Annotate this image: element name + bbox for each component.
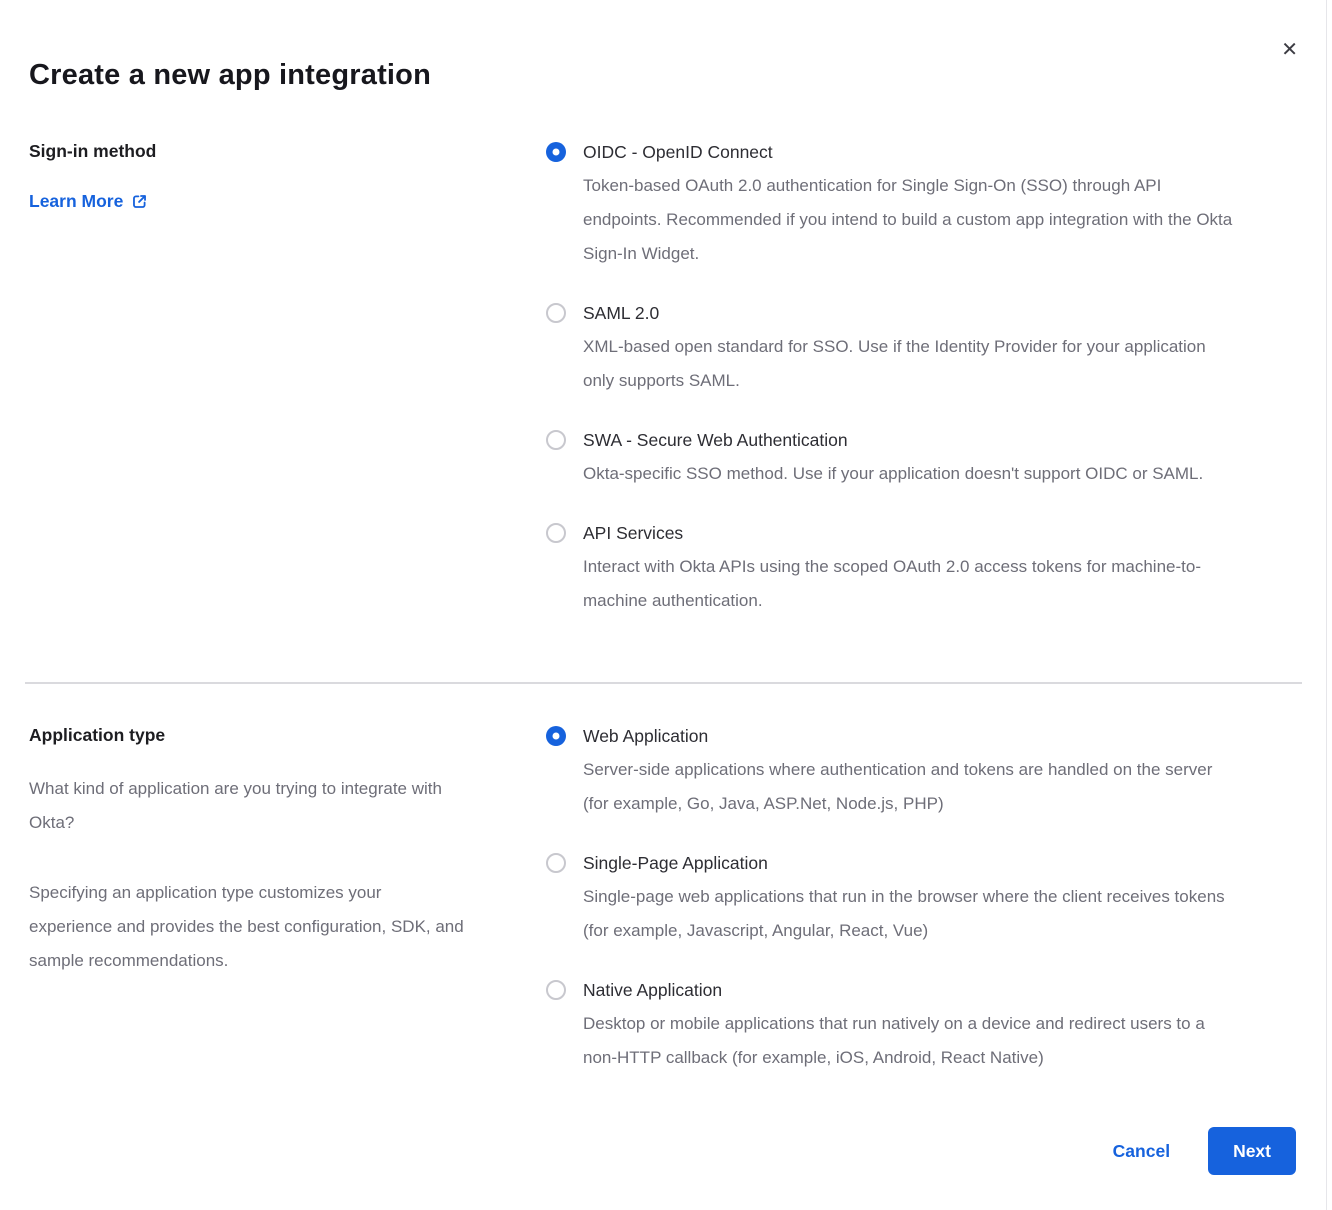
apptype-option-spa[interactable]: Single-Page Application Single-page web … [546,851,1296,948]
option-description-single-page-application: Single-page web applications that run in… [583,880,1233,948]
close-icon[interactable]: ✕ [1277,36,1302,64]
learn-more-link[interactable]: Learn More [29,190,148,212]
signin-option-api-services[interactable]: API Services Interact with Okta APIs usi… [546,521,1296,618]
radio-button-saml[interactable] [546,303,566,323]
application-type-label: Application type [29,724,546,746]
option-description-oidc: Token-based OAuth 2.0 authentication for… [583,169,1233,271]
learn-more-label: Learn More [29,190,123,212]
section-divider [25,682,1302,684]
application-type-explainer: Specifying an application type customize… [29,876,469,978]
option-description-api-services: Interact with Okta APIs using the scoped… [583,550,1233,618]
option-label-oidc: OIDC - OpenID Connect [583,140,1233,164]
option-description-saml: XML-based open standard for SSO. Use if … [583,330,1233,398]
signin-option-saml[interactable]: SAML 2.0 XML-based open standard for SSO… [546,301,1296,398]
application-type-question: What kind of application are you trying … [29,772,469,840]
signin-option-swa[interactable]: SWA - Secure Web Authentication Okta-spe… [546,428,1296,491]
external-link-icon [131,193,148,210]
signin-method-section: Sign-in method Learn More OIDC - OpenID … [0,140,1332,618]
option-label-saml: SAML 2.0 [583,301,1233,325]
radio-button-web-application[interactable] [546,726,566,746]
option-description-swa: Okta-specific SSO method. Use if your ap… [583,457,1203,491]
radio-button-oidc[interactable] [546,142,566,162]
option-description-native-application: Desktop or mobile applications that run … [583,1007,1233,1075]
option-description-web-application: Server-side applications where authentic… [583,753,1233,821]
apptype-option-native[interactable]: Native Application Desktop or mobile app… [546,978,1296,1075]
option-label-api-services: API Services [583,521,1233,545]
option-label-native-application: Native Application [583,978,1233,1002]
radio-button-api-services[interactable] [546,523,566,543]
radio-button-single-page-application[interactable] [546,853,566,873]
apptype-option-web[interactable]: Web Application Server-side applications… [546,724,1296,821]
dialog-footer: Cancel Next [0,1127,1332,1175]
next-button[interactable]: Next [1208,1127,1296,1175]
create-app-integration-dialog: ✕ Create a new app integration Sign-in m… [0,0,1332,1210]
signin-option-oidc[interactable]: OIDC - OpenID Connect Token-based OAuth … [546,140,1296,271]
option-label-web-application: Web Application [583,724,1233,748]
option-label-single-page-application: Single-Page Application [583,851,1233,875]
signin-method-label: Sign-in method [29,140,546,162]
radio-button-native-application[interactable] [546,980,566,1000]
modal-right-edge [1326,0,1327,1210]
option-label-swa: SWA - Secure Web Authentication [583,428,1203,452]
page-title: Create a new app integration [0,0,1332,94]
radio-button-swa[interactable] [546,430,566,450]
cancel-button[interactable]: Cancel [1113,1141,1170,1162]
application-type-section: Application type What kind of applicatio… [0,724,1332,1075]
